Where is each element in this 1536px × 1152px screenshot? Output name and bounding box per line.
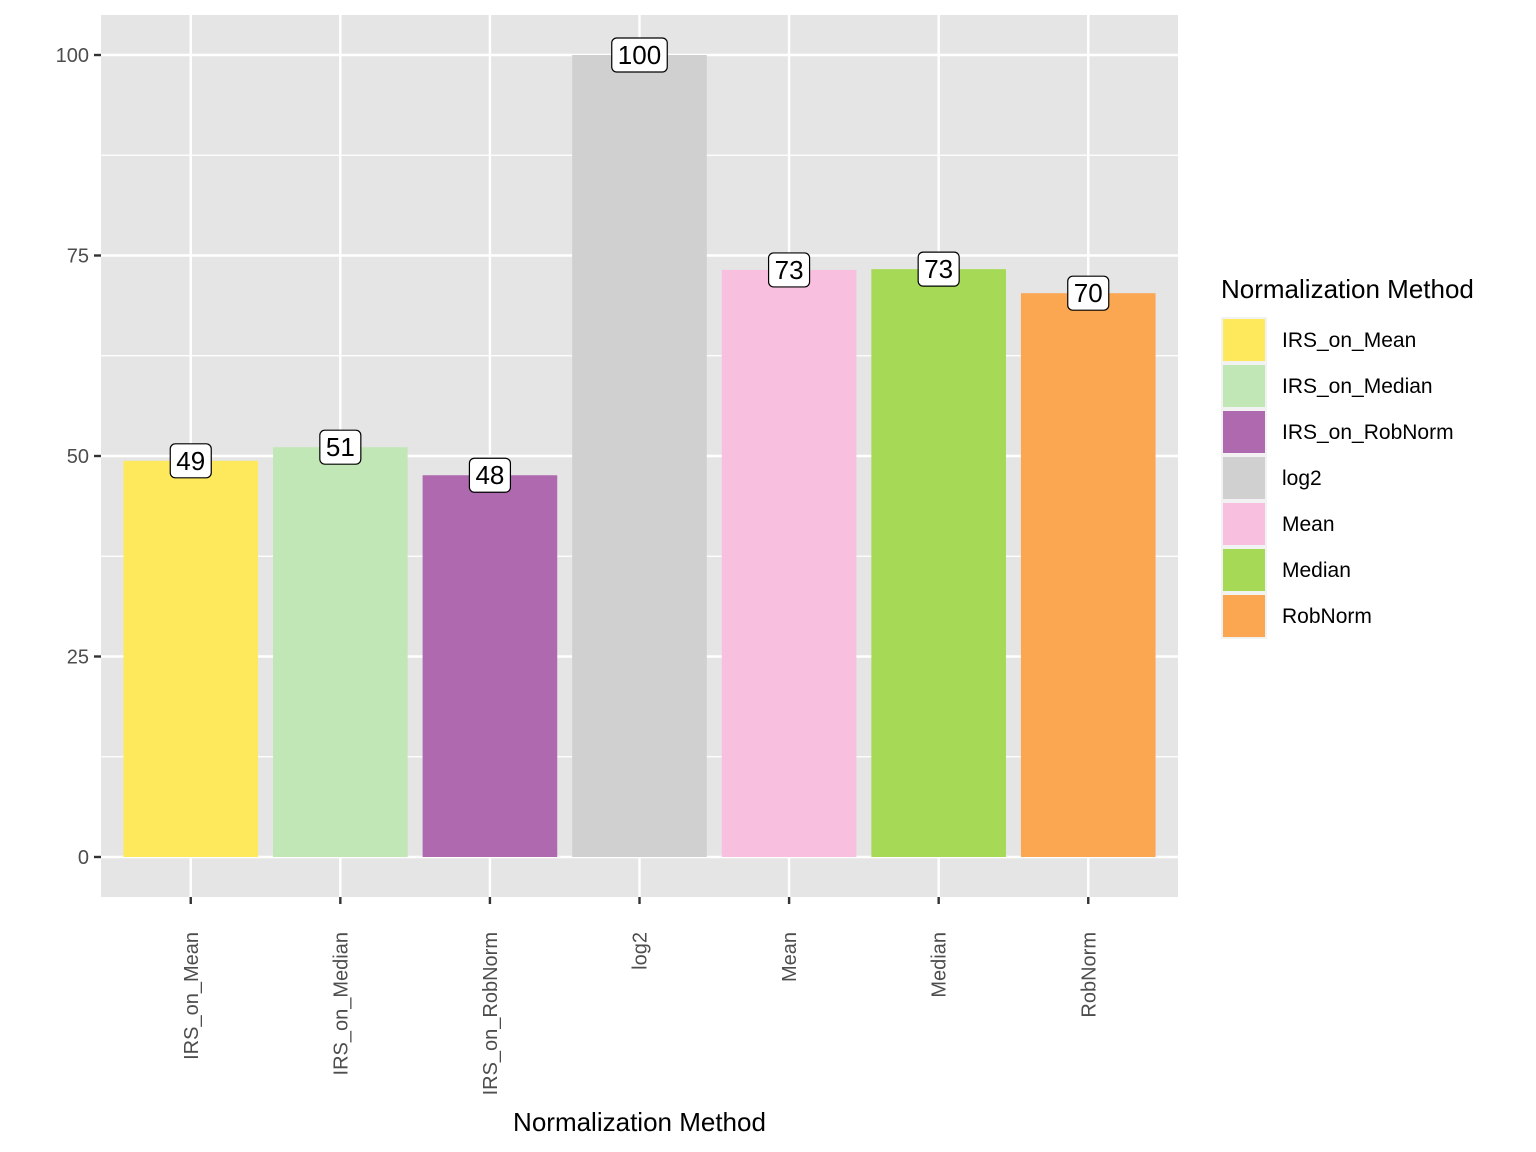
data-label: 49 — [169, 443, 212, 479]
data-label-text: 70 — [1074, 278, 1103, 308]
data-label-text: 48 — [475, 460, 504, 490]
y-tick-label: 100 — [56, 45, 89, 67]
x-tick-label: log2 — [630, 932, 652, 970]
data-label-text: 51 — [326, 432, 355, 462]
legend-swatch — [1223, 595, 1265, 637]
data-label-text: 49 — [176, 446, 205, 476]
y-axis: 0 25 50 75 100 — [56, 45, 101, 869]
legend-title: Normalization Method — [1221, 274, 1474, 304]
bar-chart: 49 514810073 7370 0255075100 IRS_on_Mean IR… — [56, 15, 1474, 1137]
x-tick-label: Mean — [779, 932, 801, 982]
y-tick-label: 75 — [67, 246, 89, 268]
x-tick-label: Median — [929, 932, 951, 998]
legend-label: RobNorm — [1282, 605, 1372, 628]
x-tick-label: IRS_on_RobNorm — [480, 932, 502, 1095]
data-label: 100 — [611, 37, 668, 73]
bar-Mean — [721, 269, 857, 857]
bar-IRS_on_Mean — [123, 460, 259, 857]
x-tick-label: IRS_on_Median — [330, 932, 352, 1075]
legend-swatch — [1223, 503, 1265, 545]
legend-label: log2 — [1282, 467, 1322, 490]
x-axis-title: Normalization Method — [513, 1107, 766, 1137]
y-tick-label: 50 — [67, 446, 89, 468]
legend-swatch — [1223, 365, 1265, 407]
legend-swatch — [1223, 411, 1265, 453]
legend-label: Median — [1282, 559, 1351, 582]
legend-label: IRS_on_Median — [1282, 375, 1433, 398]
data-label: 70 — [1067, 275, 1110, 311]
legend-swatch — [1223, 457, 1265, 499]
legend-swatch — [1223, 319, 1265, 361]
legend-swatch — [1223, 549, 1265, 591]
bar-log2 — [572, 55, 707, 857]
bar-IRS_on_Median — [273, 447, 408, 857]
x-tick-label: IRS_on_Mean — [181, 932, 203, 1060]
x-tick-label: RobNorm — [1078, 932, 1100, 1018]
legend: Normalization Method IRS_on_Mean IRS_on_M… — [1221, 274, 1474, 639]
data-label: 48 — [468, 457, 512, 493]
x-axis: IRS_on_Mean IRS_on_Median IRS_on_RobNorm lo… — [181, 897, 1100, 1095]
data-label-text: 73 — [924, 254, 953, 284]
y-tick-label: 25 — [67, 647, 89, 669]
legend-label: Mean — [1282, 513, 1335, 536]
y-tick-label: 0 — [78, 847, 89, 869]
data-label-text: 73 — [775, 255, 804, 285]
data-label: 73 — [767, 252, 811, 288]
data-label: 73 — [917, 251, 960, 287]
data-label-text: 100 — [618, 40, 661, 70]
bar-RobNorm — [1020, 293, 1156, 858]
bar-Median — [871, 269, 1006, 857]
data-label: 51 — [319, 429, 362, 465]
bar-IRS_on_RobNorm — [422, 475, 558, 857]
legend-label: IRS_on_RobNorm — [1282, 421, 1454, 444]
legend-label: IRS_on_Mean — [1282, 329, 1416, 352]
